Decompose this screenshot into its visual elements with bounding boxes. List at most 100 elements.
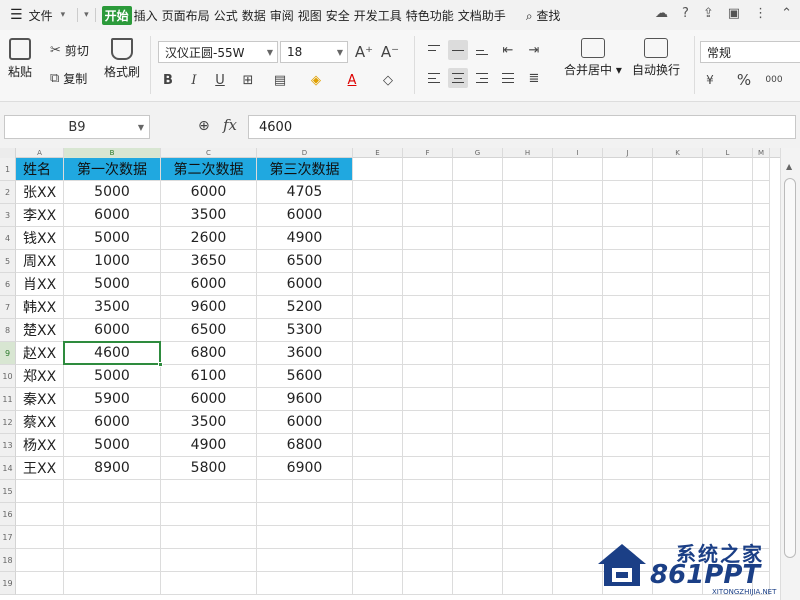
tab-view[interactable]: 视图 [296, 7, 324, 24]
empty-cell[interactable] [353, 227, 403, 250]
empty-cell[interactable] [403, 181, 453, 204]
row-header-14[interactable]: 14 [0, 457, 16, 480]
empty-cell[interactable] [553, 181, 603, 204]
empty-cell[interactable] [653, 342, 703, 365]
row-header-15[interactable]: 15 [0, 480, 16, 503]
insert-function-icon[interactable]: fx [223, 116, 237, 134]
empty-cell[interactable] [753, 227, 770, 250]
search-button[interactable]: ⌕ 查找 [524, 7, 563, 24]
data-cell[interactable]: 5000 [64, 434, 161, 457]
empty-cell[interactable] [603, 411, 653, 434]
empty-cell[interactable] [703, 388, 753, 411]
empty-cell[interactable] [353, 181, 403, 204]
row-header-5[interactable]: 5 [0, 250, 16, 273]
column-header-i[interactable]: I [553, 148, 603, 158]
empty-cell[interactable] [353, 480, 403, 503]
increase-indent-button[interactable]: ⇥ [524, 40, 544, 60]
empty-cell[interactable] [553, 296, 603, 319]
data-cell[interactable]: 3500 [161, 204, 257, 227]
data-cell[interactable]: 6800 [161, 342, 257, 365]
empty-cell[interactable] [653, 434, 703, 457]
quick-access-dropdown-icon[interactable]: ▾ [84, 10, 89, 20]
empty-cell[interactable] [753, 411, 770, 434]
chevron-down-icon[interactable]: ▾ [61, 10, 66, 20]
empty-cell[interactable] [753, 158, 770, 181]
data-cell[interactable]: 8900 [64, 457, 161, 480]
empty-cell[interactable] [753, 273, 770, 296]
italic-button[interactable]: I [184, 70, 204, 90]
empty-cell[interactable] [257, 572, 353, 595]
empty-cell[interactable] [703, 457, 753, 480]
data-cell[interactable]: 6000 [64, 411, 161, 434]
column-header-h[interactable]: H [503, 148, 553, 158]
vertical-scrollbar[interactable]: ▲ [780, 148, 800, 600]
empty-cell[interactable] [161, 503, 257, 526]
column-header-a[interactable]: A [16, 148, 64, 158]
empty-cell[interactable] [353, 250, 403, 273]
empty-cell[interactable] [503, 273, 553, 296]
empty-cell[interactable] [16, 549, 64, 572]
empty-cell[interactable] [353, 549, 403, 572]
column-header-f[interactable]: F [403, 148, 453, 158]
empty-cell[interactable] [553, 480, 603, 503]
empty-cell[interactable] [353, 296, 403, 319]
empty-cell[interactable] [353, 457, 403, 480]
justify-button[interactable] [498, 68, 518, 88]
empty-cell[interactable] [703, 365, 753, 388]
decrease-font-button[interactable]: A⁻ [380, 42, 400, 62]
empty-cell[interactable] [403, 319, 453, 342]
empty-cell[interactable] [353, 204, 403, 227]
name-box[interactable]: B9 ▼ [4, 115, 150, 139]
empty-cell[interactable] [603, 319, 653, 342]
empty-cell[interactable] [353, 411, 403, 434]
empty-cell[interactable] [603, 296, 653, 319]
empty-cell[interactable] [603, 503, 653, 526]
empty-cell[interactable] [603, 204, 653, 227]
empty-cell[interactable] [453, 434, 503, 457]
empty-cell[interactable] [753, 434, 770, 457]
data-cell[interactable]: 6000 [64, 204, 161, 227]
empty-cell[interactable] [703, 411, 753, 434]
empty-cell[interactable] [453, 250, 503, 273]
select-all-corner[interactable] [0, 148, 16, 158]
empty-cell[interactable] [453, 204, 503, 227]
clear-format-button[interactable]: ◇ [378, 70, 398, 90]
empty-cell[interactable] [403, 227, 453, 250]
data-cell[interactable]: 6900 [257, 457, 353, 480]
empty-cell[interactable] [603, 434, 653, 457]
data-cell[interactable]: 3600 [257, 342, 353, 365]
bold-button[interactable]: B [158, 70, 178, 90]
empty-cell[interactable] [603, 273, 653, 296]
empty-cell[interactable] [453, 319, 503, 342]
empty-cell[interactable] [753, 503, 770, 526]
data-cell[interactable]: 6000 [257, 204, 353, 227]
column-header-m[interactable]: M [753, 148, 770, 158]
data-cell[interactable]: 3500 [161, 411, 257, 434]
empty-cell[interactable] [403, 434, 453, 457]
align-top-button[interactable] [424, 40, 444, 60]
row-header-2[interactable]: 2 [0, 181, 16, 204]
empty-cell[interactable] [503, 250, 553, 273]
empty-cell[interactable] [603, 181, 653, 204]
data-cell[interactable]: 6000 [257, 273, 353, 296]
tab-doc-assistant[interactable]: 文档助手 [456, 7, 508, 24]
empty-cell[interactable] [503, 572, 553, 595]
empty-cell[interactable] [161, 549, 257, 572]
data-cell[interactable]: 1000 [64, 250, 161, 273]
tab-developer[interactable]: 开发工具 [352, 7, 404, 24]
empty-cell[interactable] [403, 342, 453, 365]
tab-page-layout[interactable]: 页面布局 [160, 7, 212, 24]
empty-cell[interactable] [453, 549, 503, 572]
row-header-16[interactable]: 16 [0, 503, 16, 526]
header-cell[interactable]: 第二次数据 [161, 158, 257, 181]
column-header-j[interactable]: J [603, 148, 653, 158]
empty-cell[interactable] [553, 434, 603, 457]
empty-cell[interactable] [257, 526, 353, 549]
empty-cell[interactable] [603, 480, 653, 503]
empty-cell[interactable] [503, 365, 553, 388]
number-format-select[interactable]: 常规 [700, 41, 800, 63]
data-cell[interactable]: 9600 [257, 388, 353, 411]
empty-cell[interactable] [16, 503, 64, 526]
distributed-align-button[interactable]: ≣ [524, 68, 544, 88]
empty-cell[interactable] [403, 204, 453, 227]
